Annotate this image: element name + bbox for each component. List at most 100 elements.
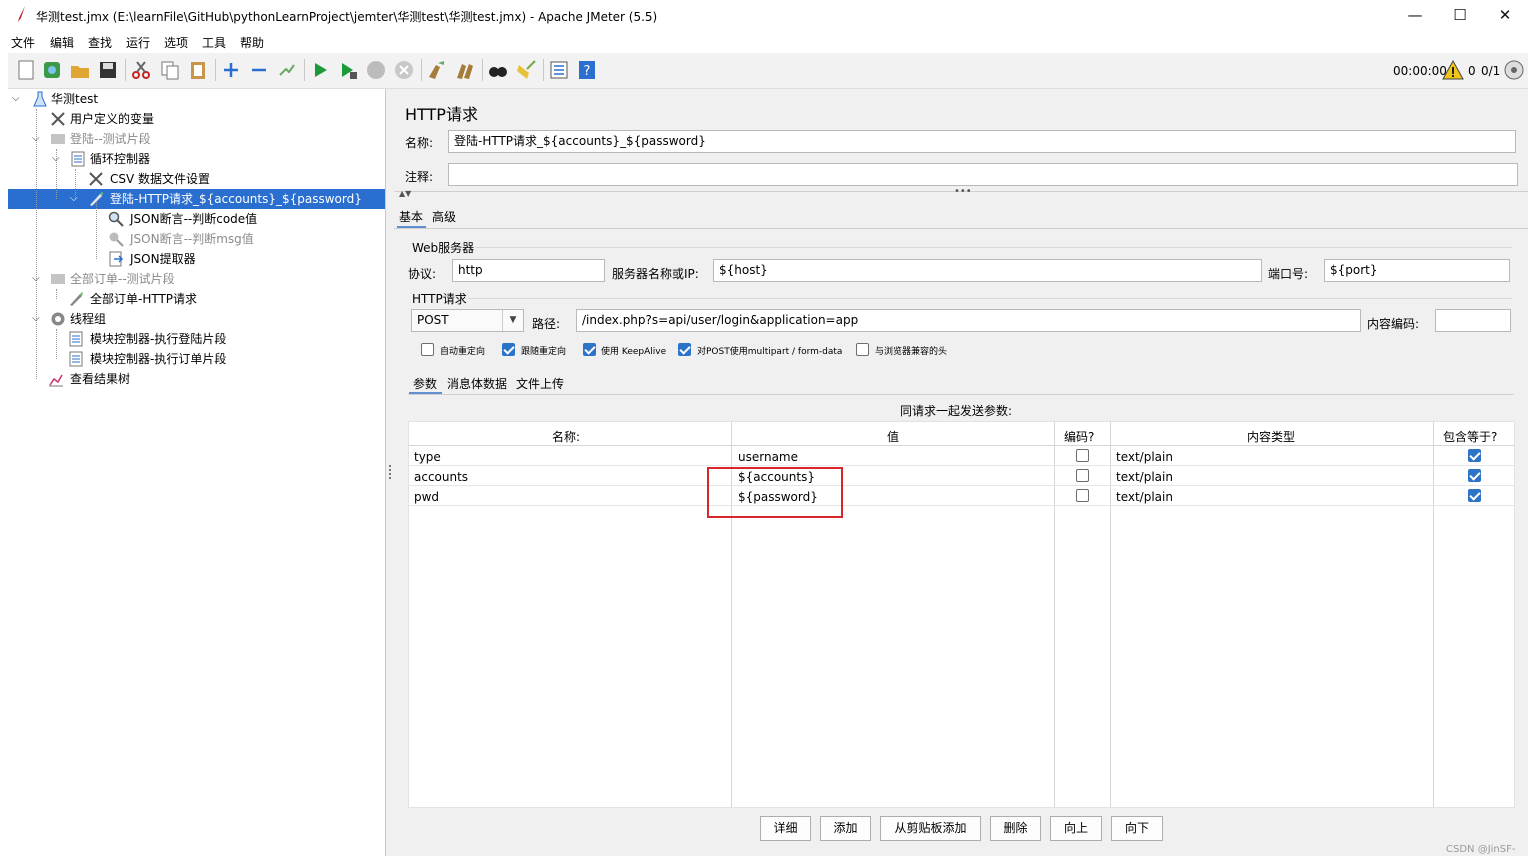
search-icon[interactable] (487, 59, 509, 81)
param-name-cell[interactable]: accounts (414, 470, 468, 484)
copy-icon[interactable] (159, 59, 181, 81)
keepalive-checkbox[interactable] (583, 343, 596, 356)
protocol-field[interactable]: http (452, 259, 605, 282)
close-button[interactable]: ✕ (1490, 5, 1520, 25)
content-type-cell[interactable]: text/plain (1116, 490, 1173, 504)
col-content-type-header[interactable]: 内容类型 (1247, 428, 1295, 445)
table-row[interactable]: pwd ${password} text/plain (409, 486, 1514, 506)
tab-files-upload[interactable]: 文件上传 (516, 375, 564, 392)
chevron-down-icon[interactable]: ▼ (502, 310, 523, 331)
fragment-icon (51, 134, 65, 144)
param-name-cell[interactable]: pwd (414, 490, 439, 504)
detail-button[interactable]: 详细 (760, 816, 811, 841)
menu-run[interactable]: 运行 (126, 34, 150, 51)
col-include-equals-header[interactable]: 包含等于? (1443, 428, 1497, 445)
start-no-pause-icon[interactable] (337, 59, 359, 81)
col-name-header[interactable]: 名称: (552, 428, 580, 445)
content-type-cell[interactable]: text/plain (1116, 450, 1173, 464)
stop-icon[interactable] (365, 59, 387, 81)
comment-label: 注释: (405, 170, 434, 184)
table-row[interactable]: type username text/plain (409, 446, 1514, 466)
include-equals-checkbox[interactable] (1468, 489, 1481, 502)
move-down-button[interactable]: 向下 (1111, 816, 1163, 841)
param-name-cell[interactable]: type (414, 450, 441, 464)
method-select[interactable]: POST ▼ (411, 309, 524, 332)
encode-checkbox[interactable] (1076, 489, 1089, 502)
menu-edit[interactable]: 编辑 (50, 34, 74, 51)
menu-help[interactable]: 帮助 (240, 34, 264, 51)
clear-icon[interactable] (426, 59, 448, 81)
collapse-all-icon[interactable] (248, 59, 270, 81)
encode-checkbox[interactable] (1076, 469, 1089, 482)
add-button[interactable]: 添加 (820, 816, 871, 841)
tab-basic[interactable]: 基本 (399, 208, 423, 225)
tab-advanced[interactable]: 高级 (432, 208, 456, 225)
include-equals-checkbox[interactable] (1468, 469, 1481, 482)
browser-headers-checkbox[interactable] (856, 343, 869, 356)
col-value-header[interactable]: 值 (887, 428, 899, 445)
svg-text:?: ? (584, 64, 591, 79)
chart-icon (49, 374, 63, 387)
tab-parameters[interactable]: 参数 (413, 375, 437, 392)
menu-file[interactable]: 文件 (11, 34, 35, 51)
chevron-down-icon[interactable]: ⌵ (32, 269, 40, 289)
server-field[interactable]: ${host} (713, 259, 1262, 282)
param-value-cell[interactable]: username (738, 450, 798, 464)
path-field[interactable]: /index.php?s=api/user/login&application=… (576, 309, 1361, 332)
fragment-icon (51, 274, 65, 284)
templates-icon[interactable] (41, 59, 63, 81)
open-icon[interactable] (69, 59, 91, 81)
name-field[interactable]: 登陆-HTTP请求_${accounts}_${password} (448, 130, 1516, 153)
server-label: 服务器名称或IP: (612, 267, 699, 281)
chevron-down-icon[interactable]: ⌵ (70, 189, 78, 209)
paste-icon[interactable] (187, 59, 209, 81)
include-equals-checkbox[interactable] (1468, 449, 1481, 462)
page-title: HTTP请求 (405, 105, 478, 124)
comment-field[interactable] (448, 163, 1518, 186)
warning-icon[interactable] (1442, 59, 1464, 81)
start-icon[interactable] (309, 59, 331, 81)
elapsed-timer: 00:00:00 (1393, 64, 1447, 78)
divider-arrows-icon[interactable]: ▲▼ (399, 189, 411, 198)
content-type-cell[interactable]: text/plain (1116, 470, 1173, 484)
help-icon[interactable]: ? (576, 59, 598, 81)
collapse-divider[interactable]: ▲▼ ••• (394, 186, 1528, 199)
function-helper-icon[interactable] (548, 59, 570, 81)
shutdown-icon[interactable] (393, 59, 415, 81)
chevron-down-icon[interactable]: ⌵ (32, 309, 40, 329)
maximize-button[interactable]: ☐ (1445, 5, 1475, 25)
auto-redirect-label: 自动重定向 (440, 347, 486, 357)
table-row[interactable]: accounts ${accounts} text/plain (409, 466, 1514, 486)
multipart-checkbox[interactable] (678, 343, 691, 356)
minimize-button[interactable]: — (1400, 5, 1430, 25)
menu-tools[interactable]: 工具 (202, 34, 226, 51)
move-up-button[interactable]: 向上 (1050, 816, 1102, 841)
auto-redirect-checkbox[interactable] (421, 343, 434, 356)
chevron-down-icon[interactable]: ⌵ (12, 89, 20, 109)
chevron-down-icon[interactable]: ⌵ (32, 129, 40, 149)
add-from-clipboard-button[interactable]: 从剪贴板添加 (880, 816, 981, 841)
follow-redirect-checkbox[interactable] (502, 343, 515, 356)
chevron-down-icon[interactable]: ⌵ (52, 149, 60, 169)
menu-search[interactable]: 查找 (88, 34, 112, 51)
clear-all-icon[interactable] (454, 59, 476, 81)
magnifier-icon (108, 211, 124, 227)
warning-count: 0 (1468, 64, 1476, 78)
pane-splitter[interactable] (386, 89, 394, 856)
follow-redirect-label: 跟随重定向 (521, 347, 567, 357)
watermark: CSDN @JinSF- (1446, 844, 1516, 855)
encode-checkbox[interactable] (1076, 449, 1089, 462)
toolbar: ? 00:00:00 0 0/1 (8, 53, 1528, 89)
expand-all-icon[interactable] (220, 59, 242, 81)
content-encoding-field[interactable] (1435, 309, 1511, 332)
cut-icon[interactable] (130, 59, 152, 81)
port-field[interactable]: ${port} (1324, 259, 1510, 282)
new-icon[interactable] (15, 59, 37, 81)
toggle-icon[interactable] (276, 59, 298, 81)
reset-search-icon[interactable] (515, 59, 537, 81)
menu-options[interactable]: 选项 (164, 34, 188, 51)
save-icon[interactable] (97, 59, 119, 81)
col-encode-header[interactable]: 编码? (1064, 428, 1094, 445)
delete-button[interactable]: 删除 (990, 816, 1041, 841)
tab-body-data[interactable]: 消息体数据 (447, 375, 507, 392)
